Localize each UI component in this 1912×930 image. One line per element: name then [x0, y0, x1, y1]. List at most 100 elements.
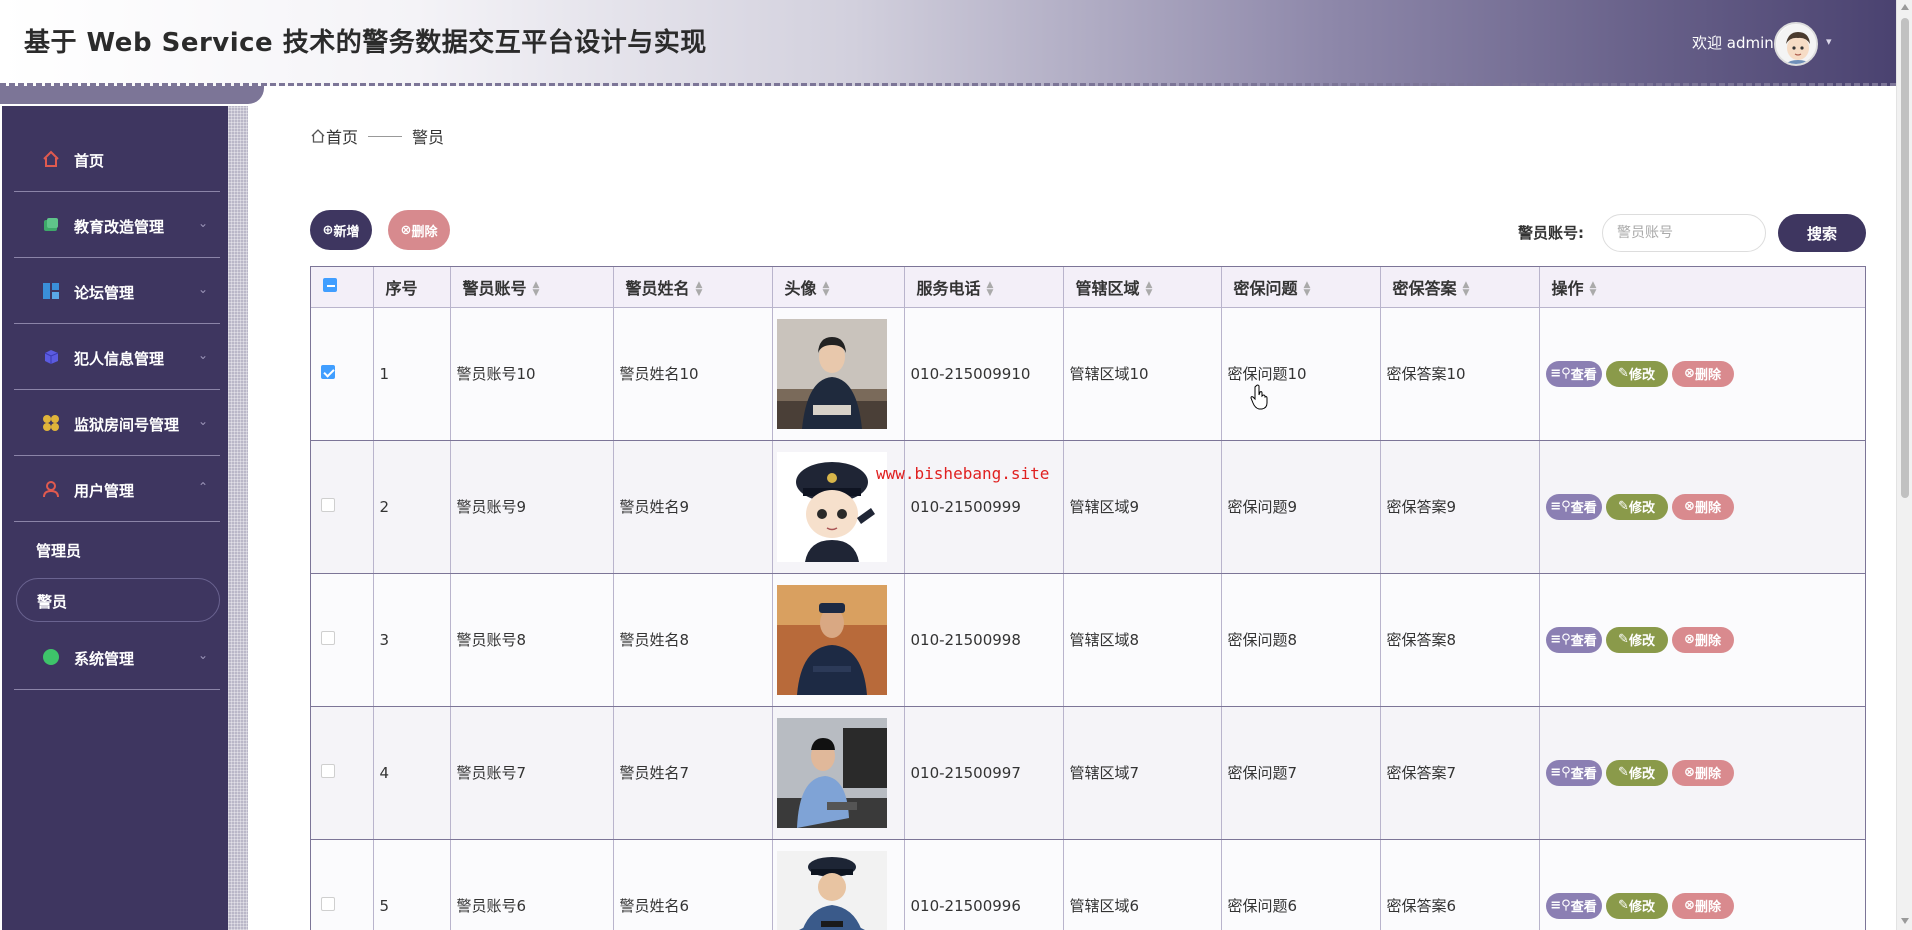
- sidebar-item-education[interactable]: 教育改造管理 ⌄: [14, 192, 220, 258]
- cell-phone: 010-21500999: [904, 440, 1064, 574]
- close-circle-icon: ⊗: [1684, 898, 1695, 913]
- cell-index: 5: [373, 839, 451, 930]
- view-button[interactable]: ≡⚲ 查看: [1545, 360, 1602, 387]
- sort-icon: ▲ ▼: [695, 280, 703, 299]
- column-header[interactable]: 操作 ▲ ▼: [1539, 267, 1865, 308]
- cell-question: 密保问题10: [1221, 307, 1381, 441]
- column-header[interactable]: 头像 ▲ ▼: [772, 267, 905, 308]
- search-input[interactable]: [1602, 214, 1766, 252]
- sidebar-item-label: 用户管理: [74, 482, 135, 500]
- view-button[interactable]: ≡⚲ 查看: [1545, 759, 1602, 786]
- circle-icon: [43, 649, 59, 665]
- cell-question: 密保问题7: [1221, 706, 1381, 840]
- delete-button[interactable]: ⊗ 删除: [1671, 892, 1734, 919]
- vertical-scrollbar[interactable]: [1896, 0, 1912, 930]
- officer-photo: [776, 318, 887, 429]
- edit-button[interactable]: ✎ 修改: [1605, 360, 1668, 387]
- column-header[interactable]: 密保问题 ▲ ▼: [1221, 267, 1381, 308]
- sidebar-item-users[interactable]: 用户管理 ⌃: [14, 456, 220, 522]
- scroll-down-icon[interactable]: [1901, 918, 1909, 924]
- chevron-down-icon[interactable]: ▾: [1826, 35, 1832, 48]
- chevron-down-icon: ⌄: [198, 648, 209, 662]
- column-header[interactable]: 服务电话 ▲ ▼: [904, 267, 1064, 308]
- column-header: 序号: [373, 267, 451, 308]
- breadcrumb-home[interactable]: 首页: [326, 124, 358, 148]
- search-icon: ≡⚲: [1550, 366, 1571, 381]
- watermark: www.bishebang.site: [876, 464, 1050, 483]
- sidebar-item-system[interactable]: 系统管理 ⌄: [14, 624, 220, 690]
- add-button[interactable]: ⊕ 新增: [310, 210, 372, 250]
- row-checkbox[interactable]: [321, 763, 335, 778]
- delete-button[interactable]: ⊗ 删除: [1671, 360, 1734, 387]
- sidebar-item-prisoner[interactable]: 犯人信息管理 ⌄: [14, 324, 220, 390]
- sidebar-item-home[interactable]: 首页: [14, 126, 220, 192]
- search-button[interactable]: 搜索: [1778, 214, 1866, 252]
- column-header[interactable]: 管辖区域 ▲ ▼: [1063, 267, 1222, 308]
- cell-actions: ≡⚲ 查看 ✎ 修改 ⊗ 删除: [1539, 573, 1865, 707]
- column-header[interactable]: 警员姓名 ▲ ▼: [613, 267, 773, 308]
- sidebar-item-forum[interactable]: 论坛管理 ⌄: [14, 258, 220, 324]
- book-icon: [44, 218, 58, 231]
- sidebar-subitem-police[interactable]: 警员: [16, 578, 220, 622]
- delete-button[interactable]: ⊗ 删除: [1671, 626, 1734, 653]
- cell-actions: ≡⚲ 查看 ✎ 修改 ⊗ 删除: [1539, 706, 1865, 840]
- plus-circle-icon: ⊕: [322, 222, 334, 238]
- cell-avatar: [772, 573, 905, 707]
- search-icon: ≡⚲: [1550, 499, 1571, 514]
- view-button[interactable]: ≡⚲ 查看: [1545, 626, 1602, 653]
- batch-delete-button[interactable]: ⊗ 删除: [388, 210, 450, 250]
- officer-photo: [776, 850, 887, 930]
- view-button[interactable]: ≡⚲ 查看: [1545, 493, 1602, 520]
- close-circle-icon: ⊗: [1684, 765, 1695, 780]
- edit-icon: ✎: [1618, 765, 1629, 780]
- cube-icon: [44, 350, 59, 364]
- edit-button[interactable]: ✎ 修改: [1605, 493, 1668, 520]
- search-icon: ≡⚲: [1550, 898, 1571, 913]
- search-icon: ≡⚲: [1550, 632, 1571, 647]
- row-checkbox[interactable]: [321, 364, 335, 379]
- view-button[interactable]: ≡⚲ 查看: [1545, 892, 1602, 919]
- edit-button[interactable]: ✎ 修改: [1605, 759, 1668, 786]
- edit-button[interactable]: ✎ 修改: [1605, 892, 1668, 919]
- data-table: 序号 警员账号 ▲ ▼ 警员姓名 ▲ ▼ 头像 ▲ ▼ 服务电话 ▲ ▼ 管辖区域 ▲ ▼ 密保问题…: [310, 266, 1866, 930]
- sort-icon: ▲ ▼: [822, 280, 830, 299]
- close-circle-icon: ⊗: [1684, 632, 1695, 647]
- column-header[interactable]: 警员账号 ▲ ▼: [450, 267, 614, 308]
- edit-button[interactable]: ✎ 修改: [1605, 626, 1668, 653]
- sort-icon: ▲ ▼: [1145, 280, 1153, 299]
- edit-icon: ✎: [1618, 632, 1629, 647]
- row-checkbox[interactable]: [321, 896, 335, 911]
- top-header: 基于 Web Service 技术的警务数据交互平台设计与实现 欢迎 admin…: [0, 0, 1896, 86]
- officer-photo: [776, 451, 887, 562]
- edit-icon: ✎: [1618, 898, 1629, 913]
- select-all-checkbox[interactable]: [323, 278, 337, 293]
- cell-answer: 密保答案9: [1380, 440, 1540, 574]
- home-icon: [311, 129, 325, 143]
- cell-phone: 010-21500996: [904, 839, 1064, 930]
- delete-button[interactable]: ⊗ 删除: [1671, 759, 1734, 786]
- sidebar-item-label: 首页: [74, 152, 105, 170]
- delete-button[interactable]: ⊗ 删除: [1671, 493, 1734, 520]
- column-header[interactable]: 密保答案 ▲ ▼: [1380, 267, 1540, 308]
- sidebar-item-label: 犯人信息管理: [74, 350, 165, 368]
- sort-icon: ▲ ▼: [532, 280, 540, 299]
- table-row: 1 警员账号10 警员姓名10 010-215009910 管辖区域10 密保问题10 密保…: [311, 307, 1865, 441]
- cell-question: 密保问题6: [1221, 839, 1381, 930]
- welcome-text: 欢迎 admin: [1692, 34, 1774, 52]
- user-icon: [43, 481, 59, 498]
- scroll-up-icon[interactable]: [1901, 4, 1909, 10]
- row-checkbox[interactable]: [321, 630, 335, 645]
- table-row: 4 警员账号7 警员姓名7 010-21500997 管辖区域7 密保问题7 密保答案7 ≡⚲…: [311, 706, 1865, 840]
- scrollbar-thumb[interactable]: [1901, 18, 1909, 498]
- cell-region: 管辖区域8: [1063, 573, 1222, 707]
- avatar[interactable]: [1774, 22, 1818, 66]
- cell-actions: ≡⚲ 查看 ✎ 修改 ⊗ 删除: [1539, 307, 1865, 441]
- officer-photo: [776, 584, 887, 695]
- sidebar-subitem-admin[interactable]: 管理员: [16, 528, 220, 572]
- cell-avatar: [772, 706, 905, 840]
- cell-actions: ≡⚲ 查看 ✎ 修改 ⊗ 删除: [1539, 440, 1865, 574]
- sidebar-item-room[interactable]: 监狱房间号管理 ⌄: [14, 390, 220, 456]
- row-checkbox[interactable]: [321, 497, 335, 512]
- cell-index: 1: [373, 307, 451, 441]
- close-circle-icon: ⊗: [1684, 499, 1695, 514]
